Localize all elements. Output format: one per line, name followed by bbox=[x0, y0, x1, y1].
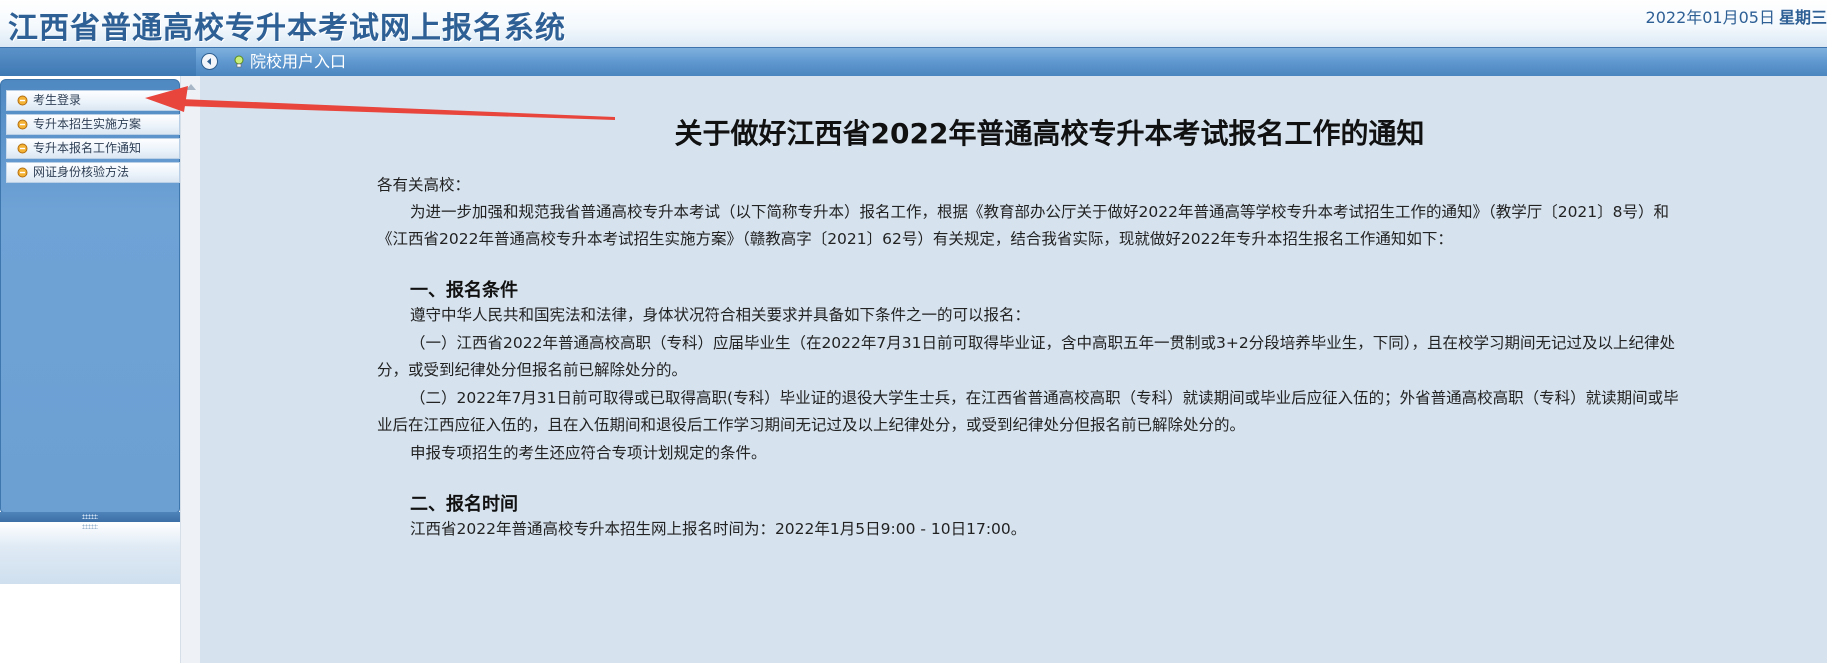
registration-time-line1: 江西省2022年普通高校专升本招生网上报名时间为：2022年1月5日9:00 -… bbox=[410, 520, 1027, 538]
sidebar-item-enrollment-plan[interactable]: 专升本招生实施方案 bbox=[6, 114, 180, 135]
bulb-icon bbox=[17, 167, 28, 178]
sidebar-item-candidate-login[interactable]: 考生登录 bbox=[6, 90, 180, 111]
date-display: 2022年01月05日 星期三 bbox=[1646, 4, 1827, 28]
school-user-entry-link[interactable]: 院校用户入口 bbox=[234, 52, 346, 72]
section-heading-eligibility: 一、报名条件 bbox=[410, 280, 518, 301]
bulb-icon bbox=[17, 95, 28, 106]
section-heading-registration-time: 二、报名时间 bbox=[410, 494, 518, 515]
intro-paragraph-line2: 《江西省2022年普通高校专升本考试招生实施方案》（赣教高字〔2021〕62号）… bbox=[377, 230, 1453, 248]
sidebar-item-identity-verification[interactable]: 网证身份核验方法 bbox=[6, 162, 180, 183]
sidebar-resize-handle[interactable] bbox=[0, 512, 180, 522]
sidebar-menu: 考生登录 专升本招生实施方案 专升本报名工作通知 网证身份核验方法 bbox=[6, 90, 180, 186]
sidebar-scrollbar[interactable] bbox=[180, 76, 200, 663]
top-nav-bar: 院校用户入口 bbox=[0, 47, 1827, 76]
collapse-sidebar-button[interactable] bbox=[201, 53, 218, 70]
bulb-icon bbox=[234, 53, 244, 73]
sidebar-menu-panel: 考生登录 专升本招生实施方案 专升本报名工作通知 网证身份核验方法 bbox=[0, 79, 180, 513]
header: 江西省普通高校专升本考试网上报名系统 2022年01月05日 星期三 bbox=[0, 0, 1827, 47]
eligibility-line1: 遵守中华人民共和国宪法和法律，身体状况符合相关要求并具备如下条件之一的可以报名： bbox=[410, 306, 1031, 324]
eligibility-line6: 申报专项招生的考生还应符合专项计划规定的条件。 bbox=[410, 444, 767, 462]
sidebar-item-label: 考生登录 bbox=[33, 93, 82, 107]
grip-dots-icon bbox=[82, 514, 98, 519]
weekday-text: 星期三 bbox=[1778, 8, 1827, 27]
eligibility-line5: 业后在江西应征入伍的，且在入伍期间和退役后工作学习期间无记过及以上纪律处分，或受… bbox=[377, 416, 1246, 434]
site-title: 江西省普通高校专升本考试网上报名系统 bbox=[8, 11, 566, 46]
nav-left-cap bbox=[0, 48, 196, 76]
intro-paragraph-line1: 为进一步加强和规范我省普通高校专升本考试（以下简称专升本）报名工作，根据《教育部… bbox=[410, 203, 1670, 221]
page: 江西省普通高校专升本考试网上报名系统 2022年01月05日 星期三 院校用户入口 bbox=[0, 0, 1827, 663]
eligibility-line4: （二）2022年7月31日前可取得或已取得高职(专科）毕业证的退役大学生士兵，在… bbox=[410, 389, 1679, 407]
sidebar-item-label: 专升本报名工作通知 bbox=[33, 141, 142, 155]
bulb-icon bbox=[17, 119, 28, 130]
salutation: 各有关高校： bbox=[377, 176, 471, 194]
school-user-entry-label: 院校用户入口 bbox=[250, 52, 347, 71]
chevron-left-icon bbox=[207, 58, 211, 65]
notice-title: 关于做好江西省2022年普通高校专升本考试报名工作的通知 bbox=[674, 117, 1425, 150]
bulb-icon bbox=[17, 143, 28, 154]
date-text: 2022年01月05日 bbox=[1645, 8, 1775, 27]
sidebar: 考生登录 专升本招生实施方案 专升本报名工作通知 网证身份核验方法 bbox=[0, 76, 180, 663]
sidebar-item-label: 专升本招生实施方案 bbox=[33, 117, 142, 131]
scroll-up-arrow-icon[interactable] bbox=[186, 84, 196, 90]
eligibility-line2: （一）江西省2022年普通高校高职（专科）应届毕业生（在2022年7月31日前可… bbox=[410, 334, 1675, 352]
sidebar-lower-panel bbox=[0, 522, 180, 584]
sidebar-item-registration-notice[interactable]: 专升本报名工作通知 bbox=[6, 138, 180, 159]
sidebar-item-label: 网证身份核验方法 bbox=[33, 165, 130, 179]
eligibility-line3: 分，或受到纪律处分但报名前已解除处分的。 bbox=[377, 361, 688, 379]
grip-dots-icon bbox=[82, 524, 98, 529]
main-content: 关于做好江西省2022年普通高校专升本考试报名工作的通知 各有关高校： 为进一步… bbox=[200, 76, 1827, 663]
